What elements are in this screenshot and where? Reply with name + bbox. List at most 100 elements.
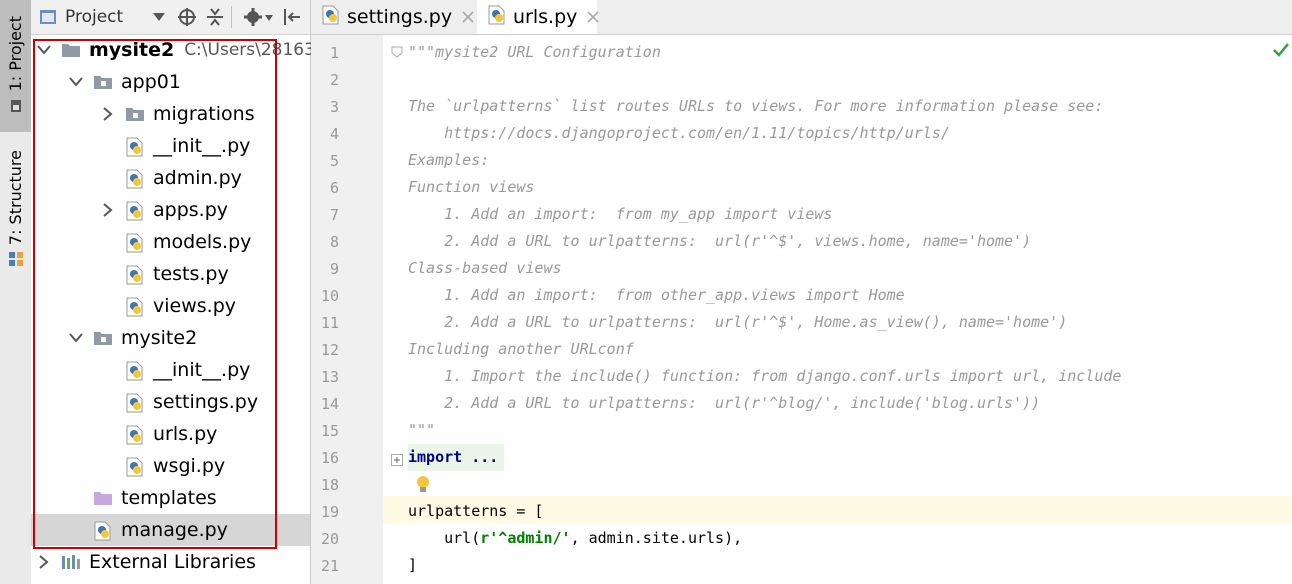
code-token: 1. Add an import: from my_app import vie… bbox=[408, 205, 833, 223]
line-number: 3 bbox=[329, 98, 339, 116]
tree-item-label: mysite2 bbox=[89, 39, 175, 61]
chevron-down-icon[interactable] bbox=[69, 75, 83, 89]
intention-bulb-icon[interactable] bbox=[415, 474, 431, 498]
tree-item-label: models.py bbox=[153, 231, 252, 253]
line-number: 7 bbox=[329, 206, 339, 224]
fold-expand-icon[interactable] bbox=[391, 451, 403, 470]
code-token: The `urlpatterns` list routes URLs to vi… bbox=[408, 97, 1104, 115]
tree-item-label: wsgi.py bbox=[153, 455, 226, 477]
tree-item[interactable]: migrations bbox=[31, 98, 310, 130]
code-line: urlpatterns = [ bbox=[408, 498, 543, 525]
code-line: The `urlpatterns` list routes URLs to vi… bbox=[408, 93, 1103, 120]
code-token: r'^admin/' bbox=[480, 529, 571, 547]
tree-item[interactable]: app01 bbox=[31, 66, 310, 98]
project-tool-tab[interactable]: 1: Project bbox=[0, 0, 31, 132]
structure-tool-tab[interactable]: 7: Structure bbox=[0, 150, 31, 270]
tree-item[interactable]: models.py bbox=[31, 226, 310, 258]
hide-panel-icon[interactable] bbox=[282, 7, 302, 27]
line-number: 21 bbox=[320, 557, 339, 575]
line-number: 12 bbox=[320, 341, 339, 359]
line-number: 5 bbox=[329, 152, 339, 170]
tree-item[interactable]: templates bbox=[31, 482, 310, 514]
tree-item-label: app01 bbox=[121, 71, 181, 93]
editor-tab[interactable]: settings.py bbox=[311, 0, 474, 34]
python-file-icon bbox=[125, 233, 145, 253]
code-line: ] bbox=[408, 552, 417, 579]
python-file-icon bbox=[125, 297, 145, 317]
editor-tab-label: urls.py bbox=[513, 6, 578, 28]
package-folder-icon bbox=[93, 329, 113, 347]
chevron-right-icon[interactable] bbox=[101, 107, 115, 121]
tree-item[interactable]: apps.py bbox=[31, 194, 310, 226]
tree-item[interactable]: tests.py bbox=[31, 258, 310, 290]
project-panel: Project mysite2 C:\Users\28163\ app01 migra… bbox=[31, 0, 321, 584]
tree-item-label: tests.py bbox=[153, 263, 229, 285]
tree-item[interactable]: __init__.py bbox=[31, 354, 310, 386]
libraries-icon bbox=[61, 553, 81, 571]
code-line: Class-based views bbox=[408, 255, 562, 282]
structure-tool-icon bbox=[8, 252, 23, 267]
chevron-down-icon[interactable] bbox=[37, 43, 51, 57]
view-mode-dropdown-icon[interactable] bbox=[153, 13, 165, 21]
line-number: 10 bbox=[320, 287, 339, 305]
tree-item[interactable]: views.py bbox=[31, 290, 310, 322]
line-number: 8 bbox=[329, 233, 339, 251]
line-number: 18 bbox=[320, 476, 339, 494]
code-token: https://docs.djangoproject.com/en/1.11/t… bbox=[408, 124, 950, 142]
scroll-from-source-icon[interactable] bbox=[177, 7, 197, 27]
tree-item-label: mysite2 bbox=[121, 327, 198, 349]
project-tool-tab-label: 1: Project bbox=[6, 16, 25, 92]
python-file-icon bbox=[125, 137, 145, 157]
folder-icon bbox=[61, 41, 81, 59]
line-number: 19 bbox=[320, 503, 339, 521]
close-icon[interactable] bbox=[587, 6, 599, 28]
tree-item-label: settings.py bbox=[153, 391, 259, 413]
close-icon[interactable] bbox=[462, 6, 474, 28]
tree-item-label: migrations bbox=[153, 103, 255, 125]
tree-item[interactable]: mysite2 bbox=[31, 322, 310, 354]
tree-item[interactable]: manage.py bbox=[31, 514, 310, 546]
templates-folder-icon bbox=[93, 489, 113, 507]
chevron-down-icon[interactable] bbox=[69, 331, 83, 345]
code-token: urlpatterns = [ bbox=[408, 502, 544, 520]
project-panel-toolbar: Project bbox=[31, 0, 310, 35]
chevron-right-icon[interactable] bbox=[37, 555, 51, 569]
code-token: , admin.site.urls), bbox=[570, 529, 743, 547]
tree-item[interactable]: mysite2 C:\Users\28163\ bbox=[31, 34, 321, 66]
tree-item[interactable]: settings.py bbox=[31, 386, 310, 418]
settings-dropdown-icon[interactable] bbox=[265, 15, 273, 21]
structure-tool-tab-label: 7: Structure bbox=[6, 150, 25, 246]
editor-area: settings.py urls.py 1 2 3 4 5 6 7 8 9 10 11 12 13 14 15… bbox=[311, 0, 1292, 584]
editor-tab-bar: settings.py urls.py bbox=[311, 0, 1292, 35]
tree-item-label: __init__.py bbox=[153, 135, 251, 157]
line-number: 2 bbox=[329, 71, 339, 89]
tree-item[interactable]: wsgi.py bbox=[31, 450, 310, 482]
line-number: 14 bbox=[320, 395, 339, 413]
code-view[interactable]: """mysite2 URL Configuration The `urlpatt… bbox=[383, 35, 1292, 584]
tree-item[interactable]: urls.py bbox=[31, 418, 310, 450]
tree-item[interactable]: __init__.py bbox=[31, 130, 310, 162]
project-tree: mysite2 C:\Users\28163\ app01 migrations __i… bbox=[31, 34, 321, 578]
tree-item[interactable]: admin.py bbox=[31, 162, 310, 194]
tree-item[interactable]: External Libraries bbox=[31, 546, 310, 578]
collapse-all-icon[interactable] bbox=[205, 7, 225, 27]
code-line: import ... bbox=[408, 444, 505, 471]
tree-item-label: templates bbox=[121, 487, 217, 509]
code-token: 2. Add a URL to urlpatterns: url(r'^$', … bbox=[408, 313, 1068, 331]
editor-tab[interactable]: urls.py bbox=[477, 0, 599, 34]
inspection-ok-icon[interactable] bbox=[1272, 42, 1290, 58]
code-line: """mysite2 URL Configuration bbox=[408, 39, 661, 66]
chevron-right-icon[interactable] bbox=[101, 203, 115, 217]
code-token: """mysite2 URL Configuration bbox=[408, 43, 661, 61]
gear-icon[interactable] bbox=[243, 7, 263, 27]
code-token: Function views bbox=[408, 178, 535, 196]
line-number: 4 bbox=[329, 125, 339, 143]
code-token: import ... bbox=[408, 448, 499, 466]
editor-tab-label: settings.py bbox=[347, 6, 453, 28]
